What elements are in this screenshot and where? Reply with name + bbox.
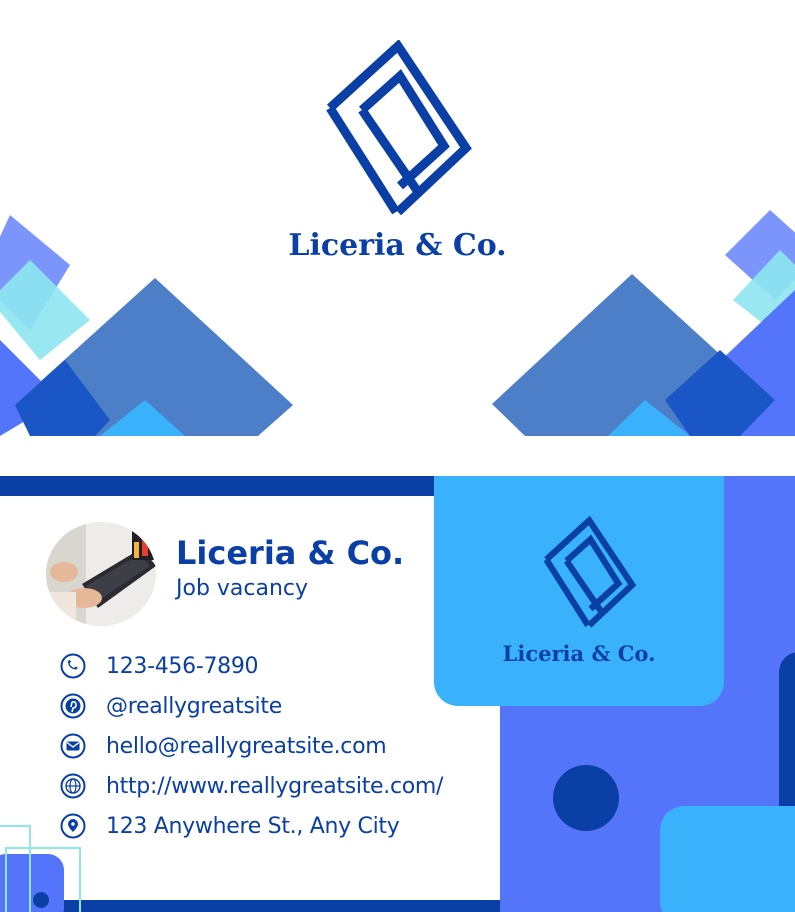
email-icon [60, 733, 86, 759]
contact-phone: 123-456-7890 [60, 646, 443, 686]
sky-bottom-right-block [660, 806, 795, 912]
website-url[interactable]: http://www.reallygreatsite.com/ [106, 774, 443, 799]
interlocking-s-logo-icon [326, 40, 472, 216]
contact-email: hello@reallygreatsite.com [60, 726, 443, 766]
top-navy-bar [0, 476, 440, 496]
contact-address: 123 Anywhere St., Any City [60, 806, 443, 846]
laptop-hands-photo [46, 522, 156, 626]
phone-icon [60, 653, 86, 679]
tagline: Job vacancy [176, 576, 309, 601]
front-brand-title: Liceria & Co. [288, 228, 507, 263]
globe-icon [60, 773, 86, 799]
company-name: Liceria & Co. [176, 534, 405, 572]
pinterest-icon [60, 693, 86, 719]
contact-list: 123-456-7890 @reallygreatsite hello@real… [60, 646, 443, 846]
bottom-left-navy-dot [33, 892, 49, 908]
navy-dot [553, 765, 619, 831]
location-pin-icon [60, 813, 86, 839]
sky-logo-panel-topfill [434, 476, 724, 506]
social-handle[interactable]: @reallygreatsite [106, 694, 282, 719]
bottom-navy-bar [0, 900, 502, 912]
contact-website: http://www.reallygreatsite.com/ [60, 766, 443, 806]
email-address[interactable]: hello@reallygreatsite.com [106, 734, 387, 759]
back-brand-title: Liceria & Co. [502, 641, 656, 666]
street-address: 123 Anywhere St., Any City [106, 813, 400, 839]
bottom-left-periwinkle-block [0, 854, 64, 912]
contact-pinterest: @reallygreatsite [60, 686, 443, 726]
phone-number[interactable]: 123-456-7890 [106, 654, 259, 679]
avatar [46, 522, 156, 626]
interlocking-s-logo-icon [543, 516, 636, 628]
business-card-front: Liceria & Co. [0, 0, 795, 436]
